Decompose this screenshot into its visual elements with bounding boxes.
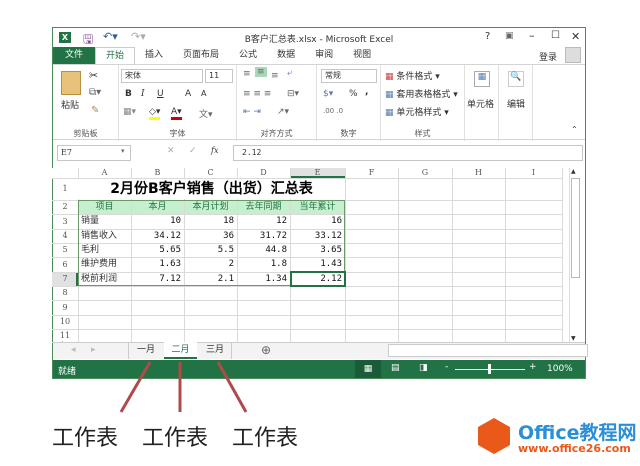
logo-url: www.office26.com (518, 442, 631, 455)
arrow-line (119, 361, 152, 413)
annotation-label: 工作表 (142, 426, 209, 451)
annotation-label: 工作表 (232, 426, 299, 451)
annotation-label: 工作表 (52, 426, 119, 451)
arrow-line (216, 361, 248, 413)
annotation-arrows (119, 361, 248, 413)
logo-name: Office教程网 (518, 422, 637, 444)
